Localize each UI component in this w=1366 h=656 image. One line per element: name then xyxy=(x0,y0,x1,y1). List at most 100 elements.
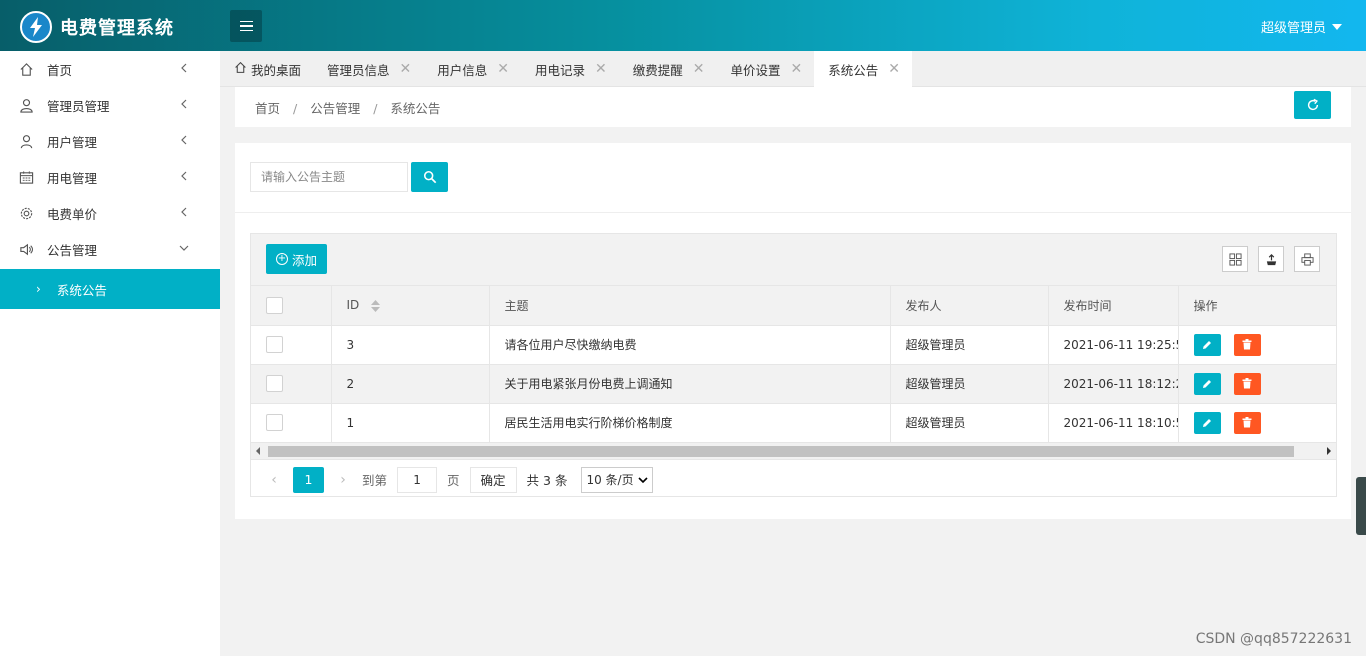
trash-icon xyxy=(1242,417,1252,428)
breadcrumb-section[interactable]: 公告管理 xyxy=(310,101,360,116)
tab-label: 单价设置 xyxy=(730,62,781,78)
main-panel: + 添加 xyxy=(235,143,1351,519)
export-button[interactable] xyxy=(1258,246,1284,272)
select-all-checkbox[interactable] xyxy=(266,296,283,314)
pencil-icon xyxy=(1203,379,1211,388)
tab-label: 用户信息 xyxy=(437,62,488,78)
page-number-button[interactable]: 1 xyxy=(293,466,324,493)
close-icon[interactable]: ✕ xyxy=(497,61,509,77)
chevron-left-icon xyxy=(181,171,187,181)
edit-button[interactable] xyxy=(1193,372,1221,395)
row-checkbox[interactable] xyxy=(266,414,283,431)
tab-usage-records[interactable]: 用电记录 ✕ xyxy=(521,51,619,87)
sidebar-item-notices[interactable]: 公告管理 xyxy=(0,231,220,267)
prev-page-icon[interactable]: ‹ xyxy=(261,472,287,488)
table-toolbar: + 添加 xyxy=(251,234,1336,286)
tab-price-settings[interactable]: 单价设置 ✕ xyxy=(717,51,815,87)
scrollbar-thumb[interactable] xyxy=(268,445,1294,457)
close-icon[interactable]: ✕ xyxy=(693,61,705,77)
divider xyxy=(235,212,1351,213)
user-icon xyxy=(18,133,34,149)
trash-icon xyxy=(1242,339,1252,350)
trash-icon xyxy=(1242,378,1252,389)
close-icon[interactable]: ✕ xyxy=(400,61,412,77)
refresh-button[interactable] xyxy=(1294,91,1331,119)
sidebar-item-label: 公告管理 xyxy=(47,242,98,258)
home-icon xyxy=(18,61,34,77)
close-icon[interactable]: ✕ xyxy=(791,61,803,77)
chevron-left-icon xyxy=(181,207,187,217)
search-button[interactable] xyxy=(411,162,448,192)
tab-system-notice[interactable]: 系统公告 ✕ xyxy=(814,51,913,87)
goto-page-input[interactable] xyxy=(397,466,438,493)
pagination: ‹ 1 › 到第 页 确定 共 3 条 10 条/页 xyxy=(251,460,1336,500)
delete-button[interactable] xyxy=(1233,333,1261,356)
scroll-left-icon[interactable] xyxy=(256,446,260,455)
page-size-select[interactable]: 10 条/页 xyxy=(581,466,653,493)
cell-ops xyxy=(1178,325,1337,365)
next-page-icon[interactable]: › xyxy=(330,472,356,488)
tab-admin-info[interactable]: 管理员信息 ✕ xyxy=(313,51,423,87)
breadcrumb-current: 系统公告 xyxy=(390,101,441,116)
watermark: CSDN @qq857222631 xyxy=(1195,631,1352,647)
cell-publisher: 超级管理员 xyxy=(890,325,1049,365)
refresh-icon xyxy=(1307,98,1318,111)
goto-prefix: 到第 xyxy=(362,473,388,488)
sidebar-item-users[interactable]: 用户管理 xyxy=(0,123,220,159)
column-header-time: 发布时间 xyxy=(1048,286,1179,326)
tab-label: 用电记录 xyxy=(535,62,586,78)
table-row: 1 居民生活用电实行阶梯价格制度 超级管理员 2021-06-11 18:10:… xyxy=(251,403,1337,443)
sidebar-item-admins[interactable]: 管理员管理 xyxy=(0,87,220,123)
close-icon[interactable]: ✕ xyxy=(888,61,900,77)
app-logo: 电费管理系统 xyxy=(20,11,174,43)
horizontal-scrollbar[interactable] xyxy=(251,442,1336,460)
top-header: 电费管理系统 超级管理员 xyxy=(0,0,1366,51)
tab-desktop[interactable]: 我的桌面 xyxy=(220,51,313,87)
breadcrumb-home[interactable]: 首页 xyxy=(255,101,280,116)
chevron-down-icon xyxy=(638,476,648,483)
goto-confirm-button[interactable]: 确定 xyxy=(469,466,517,493)
cell-time: 2021-06-11 18:12:27 xyxy=(1048,364,1179,404)
sidebar-item-label: 用户管理 xyxy=(47,134,98,150)
export-icon xyxy=(1266,253,1276,265)
sidebar-item-home[interactable]: 首页 xyxy=(0,51,220,87)
menu-toggle-button[interactable] xyxy=(230,10,262,42)
cell-time: 2021-06-11 19:25:51 xyxy=(1048,325,1179,365)
table-header-row: ID 主题 发布人 发布时间 操作 xyxy=(251,286,1337,326)
cell-time: 2021-06-11 18:10:54 xyxy=(1048,403,1179,443)
print-button[interactable] xyxy=(1294,246,1320,272)
floating-widget[interactable] xyxy=(1356,477,1366,535)
sidebar-item-usage[interactable]: 用电管理 xyxy=(0,159,220,195)
edit-button[interactable] xyxy=(1193,411,1221,434)
column-header-publisher: 发布人 xyxy=(890,286,1049,326)
row-checkbox[interactable] xyxy=(266,375,283,392)
caret-down-icon xyxy=(1332,23,1342,30)
column-header-id[interactable]: ID xyxy=(331,286,490,326)
user-name: 超级管理员 xyxy=(1260,21,1326,36)
tab-user-info[interactable]: 用户信息 ✕ xyxy=(423,51,521,87)
cell-id: 1 xyxy=(331,403,490,443)
add-button[interactable]: + 添加 xyxy=(266,244,328,274)
sort-icon[interactable] xyxy=(371,299,381,312)
sidebar-subitem-system-notice[interactable]: › 系统公告 xyxy=(0,269,220,309)
speaker-icon xyxy=(18,241,34,257)
search-icon xyxy=(423,170,436,184)
column-filter-button[interactable] xyxy=(1222,246,1248,272)
row-checkbox[interactable] xyxy=(266,336,283,353)
delete-button[interactable] xyxy=(1233,411,1261,434)
cell-publisher: 超级管理员 xyxy=(890,403,1049,443)
sidebar-item-price[interactable]: 电费单价 xyxy=(0,195,220,231)
tab-label: 缴费提醒 xyxy=(632,62,683,78)
delete-button[interactable] xyxy=(1233,372,1261,395)
user-menu[interactable]: 超级管理员 xyxy=(1261,17,1342,36)
calendar-icon xyxy=(18,169,34,185)
chevron-left-icon xyxy=(181,99,187,109)
edit-button[interactable] xyxy=(1193,333,1221,356)
row-select-cell xyxy=(251,325,332,365)
close-icon[interactable]: ✕ xyxy=(595,61,607,77)
table-row: 2 关于用电紧张月份电费上调通知 超级管理员 2021-06-11 18:12:… xyxy=(251,364,1337,404)
chevron-left-icon xyxy=(181,63,187,73)
tab-payment-reminder[interactable]: 缴费提醒 ✕ xyxy=(619,51,717,87)
search-input[interactable] xyxy=(250,162,408,192)
scroll-right-icon[interactable] xyxy=(1327,446,1331,455)
